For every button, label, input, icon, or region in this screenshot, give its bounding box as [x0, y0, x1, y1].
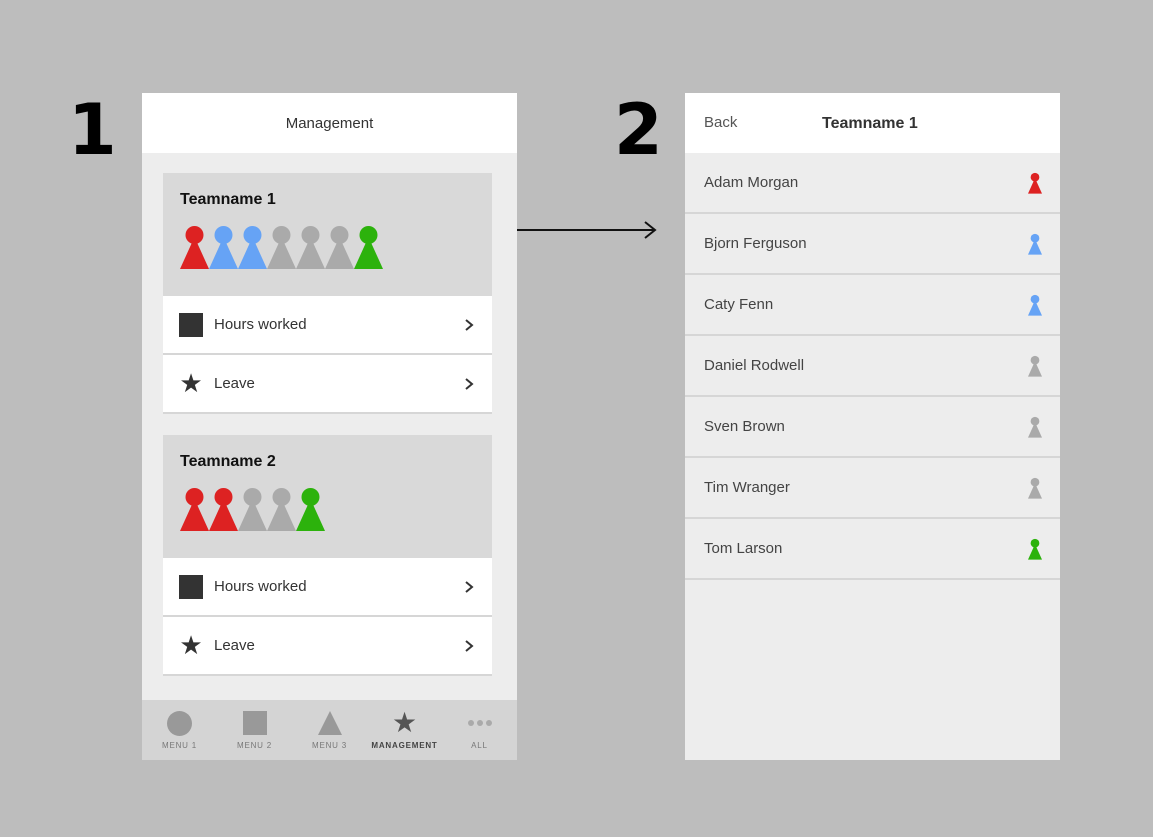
- square-icon: [179, 312, 203, 337]
- pawn-icon-gray: [325, 226, 354, 269]
- star-icon: ★: [391, 706, 418, 739]
- row-label: Hours worked: [214, 578, 307, 595]
- pawn-icon: [1028, 477, 1042, 499]
- screen-header: Back Teamname 1: [685, 93, 1060, 153]
- square-icon: [179, 574, 203, 599]
- team-card: Teamname 1 Hours worked ★ Leave: [163, 173, 492, 414]
- member-row[interactable]: Caty Fenn: [685, 275, 1060, 336]
- triangle-icon: [317, 710, 343, 736]
- step-number-2: 2: [614, 89, 663, 171]
- pawn-icon: [1028, 538, 1042, 560]
- management-screen: Management Teamname 1 Hours worked ★ Lea…: [142, 93, 517, 760]
- tab-menu-3[interactable]: MENU 3: [292, 700, 367, 760]
- pawn-icon: [1028, 355, 1042, 377]
- row-label: Leave: [214, 637, 255, 654]
- pawn-icon: [1028, 294, 1042, 316]
- back-button[interactable]: Back: [704, 114, 737, 131]
- member-name: Tom Larson: [704, 540, 783, 557]
- chevron-right-icon: [465, 639, 474, 652]
- pawn-icon-green: [354, 226, 383, 269]
- member-list: Adam Morgan Bjorn Ferguson Caty Fenn Dan…: [685, 153, 1060, 580]
- team-name: Teamname 1: [180, 191, 276, 208]
- hours-worked-row[interactable]: Hours worked: [163, 296, 492, 355]
- tab-label: MANAGEMENT: [371, 741, 438, 750]
- tab-menu-2[interactable]: MENU 2: [217, 700, 292, 760]
- pawn-icon: [1028, 416, 1042, 438]
- leave-row[interactable]: ★ Leave: [163, 617, 492, 676]
- chevron-right-icon: [465, 318, 474, 331]
- pawn-icon-gray: [238, 488, 267, 531]
- member-row[interactable]: Daniel Rodwell: [685, 336, 1060, 397]
- tab-label: ALL: [471, 741, 488, 750]
- pawn-icon-green: [296, 488, 325, 531]
- square-icon: [242, 710, 268, 736]
- tab-menu-1[interactable]: MENU 1: [142, 700, 217, 760]
- screen-header: Management: [142, 93, 517, 153]
- pawn-icon: [1028, 172, 1042, 194]
- tab-label: MENU 1: [161, 741, 198, 750]
- circle-icon: [167, 710, 193, 736]
- more-dots-icon: [467, 710, 493, 736]
- pawn-icon-red: [180, 226, 209, 269]
- member-name: Tim Wranger: [704, 479, 790, 496]
- pawn-icon-gray: [296, 226, 325, 269]
- pawn-icon-red: [209, 488, 238, 531]
- member-row[interactable]: Sven Brown: [685, 397, 1060, 458]
- tab-management[interactable]: ★ MANAGEMENT: [367, 700, 442, 760]
- pawn-icon-gray: [267, 226, 296, 269]
- team-pawns: [180, 225, 475, 269]
- member-row[interactable]: Tim Wranger: [685, 458, 1060, 519]
- page-title: Teamname 1: [822, 115, 918, 132]
- chevron-right-icon: [465, 580, 474, 593]
- leave-row[interactable]: ★ Leave: [163, 355, 492, 414]
- step-number-1: 1: [68, 89, 117, 171]
- team-name: Teamname 2: [180, 453, 276, 470]
- pawn-icon-blue: [209, 226, 238, 269]
- row-label: Hours worked: [214, 316, 307, 333]
- member-name: Bjorn Ferguson: [704, 235, 807, 252]
- team-pawns: [180, 487, 475, 531]
- star-icon: ★: [179, 630, 203, 661]
- member-row[interactable]: Bjorn Ferguson: [685, 214, 1060, 275]
- team-header[interactable]: Teamname 2: [163, 435, 492, 558]
- member-row[interactable]: Tom Larson: [685, 519, 1060, 580]
- chevron-right-icon: [465, 377, 474, 390]
- team-header[interactable]: Teamname 1: [163, 173, 492, 296]
- tab-all[interactable]: ALL: [442, 700, 517, 760]
- pawn-icon: [1028, 233, 1042, 255]
- pawn-icon-red: [180, 488, 209, 531]
- member-row[interactable]: Adam Morgan: [685, 153, 1060, 214]
- hours-worked-row[interactable]: Hours worked: [163, 558, 492, 617]
- tab-bar: MENU 1 MENU 2 MENU 3 ★ MANAGEMENT ALL: [142, 700, 517, 760]
- tab-label: MENU 2: [236, 741, 273, 750]
- member-name: Daniel Rodwell: [704, 357, 805, 374]
- member-name: Sven Brown: [704, 418, 785, 435]
- member-name: Caty Fenn: [704, 296, 774, 313]
- row-label: Leave: [214, 375, 255, 392]
- page-title: Management: [285, 114, 374, 132]
- star-icon: ★: [179, 368, 203, 399]
- team-detail-screen: Back Teamname 1 Adam Morgan Bjorn Fergus…: [685, 93, 1060, 760]
- team-card: Teamname 2 Hours worked ★ Leave: [163, 435, 492, 676]
- pawn-icon-blue: [238, 226, 267, 269]
- pawn-icon-gray: [267, 488, 296, 531]
- tab-label: MENU 3: [311, 741, 348, 750]
- member-name: Adam Morgan: [704, 174, 799, 191]
